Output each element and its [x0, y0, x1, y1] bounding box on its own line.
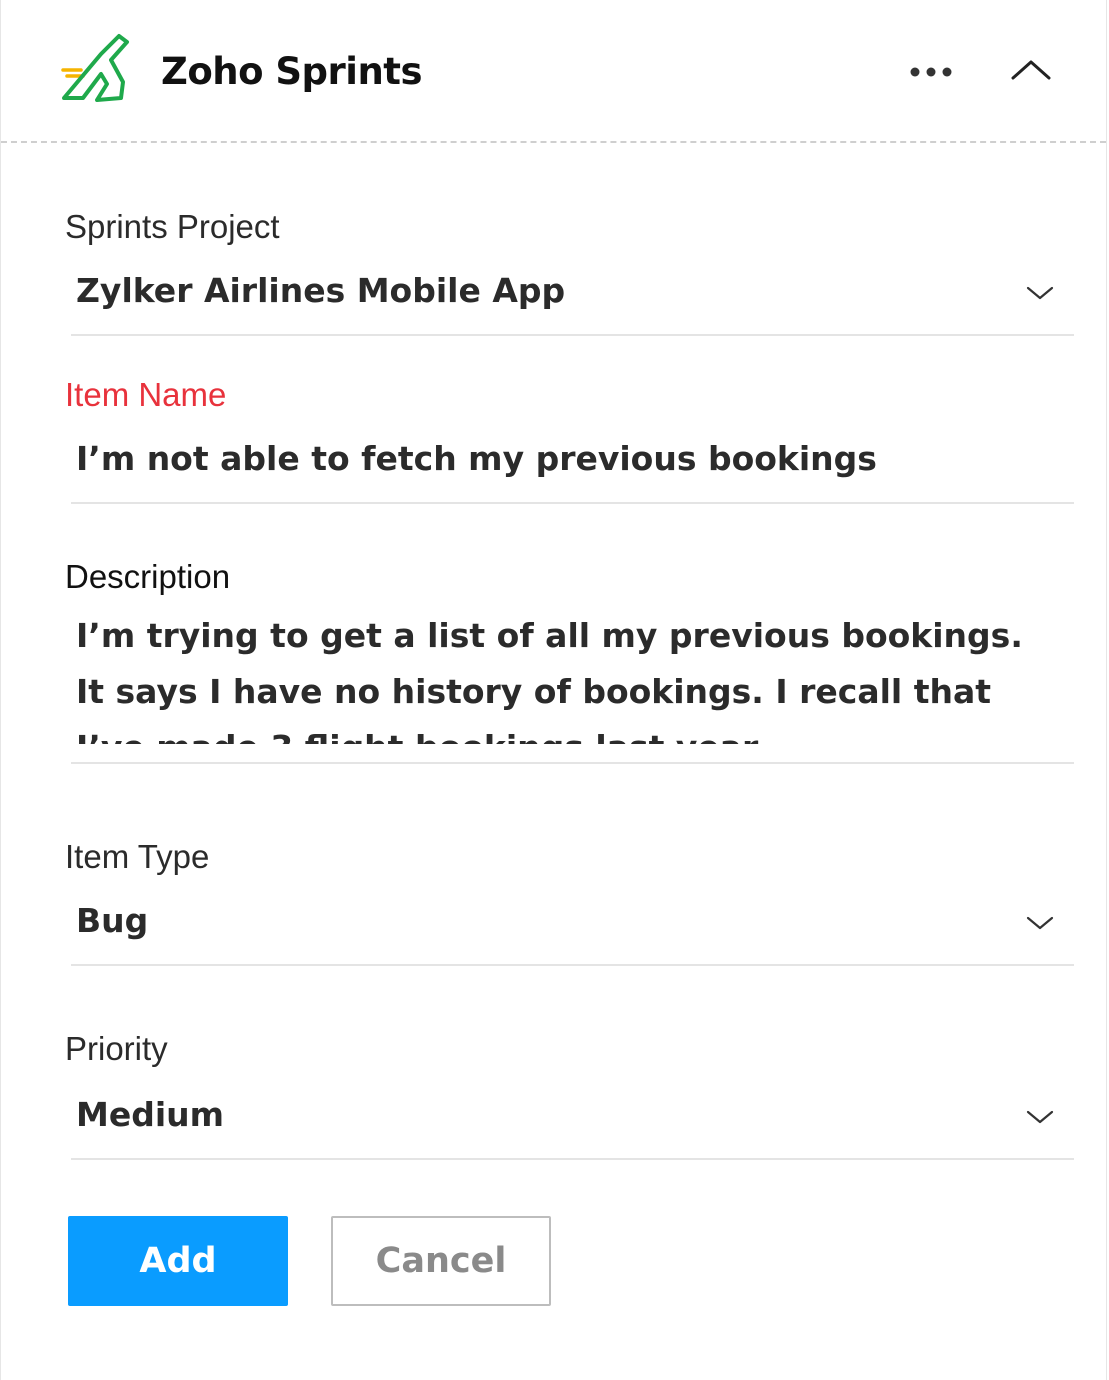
add-button[interactable]: Add — [68, 1216, 288, 1306]
field-underline — [71, 334, 1074, 336]
priority-select[interactable]: Medium — [76, 1095, 224, 1134]
chevron-up-icon[interactable] — [1005, 52, 1057, 88]
sprints-project-select[interactable]: Zylker Airlines Mobile App — [76, 271, 565, 310]
item-name-field: Item Name I’m not able to fetch my previ… — [65, 376, 1075, 506]
item-type-label: Item Type — [65, 838, 210, 875]
description-line: I’m trying to get a list of all my previ… — [76, 616, 1023, 655]
zoho-sprints-logo-icon — [61, 34, 129, 102]
item-type-field: Item Type Bug — [65, 838, 1075, 968]
field-underline — [71, 964, 1074, 966]
description-field: Description I’m trying to get a list of … — [65, 558, 1075, 768]
zoho-sprints-panel: Zoho Sprints Sprints Project Zylker Airl… — [0, 0, 1107, 1380]
priority-field: Priority Medium — [65, 1030, 1075, 1162]
description-label: Description — [65, 558, 231, 595]
field-underline — [71, 502, 1074, 504]
priority-label: Priority — [65, 1030, 168, 1067]
item-name-input[interactable]: I’m not able to fetch my previous bookin… — [76, 439, 877, 478]
chevron-down-icon[interactable] — [1025, 284, 1055, 302]
cancel-button[interactable]: Cancel — [331, 1216, 551, 1306]
description-line: It says I have no history of bookings. I… — [76, 672, 992, 711]
app-title: Zoho Sprints — [161, 50, 423, 93]
more-options-icon[interactable] — [901, 56, 961, 88]
item-name-label: Item Name — [65, 376, 227, 413]
chevron-down-icon[interactable] — [1025, 1108, 1055, 1126]
panel-header: Zoho Sprints — [1, 0, 1106, 143]
chevron-down-icon[interactable] — [1025, 914, 1055, 932]
item-type-select[interactable]: Bug — [76, 901, 148, 940]
field-underline — [71, 762, 1074, 764]
sprints-project-label: Sprints Project — [65, 208, 280, 245]
description-textarea[interactable]: I’m trying to get a list of all my previ… — [76, 608, 1066, 744]
field-underline — [71, 1158, 1074, 1160]
description-line: I’ve made 3 flight bookings last year — [76, 720, 1066, 744]
sprints-project-field: Sprints Project Zylker Airlines Mobile A… — [65, 208, 1075, 338]
